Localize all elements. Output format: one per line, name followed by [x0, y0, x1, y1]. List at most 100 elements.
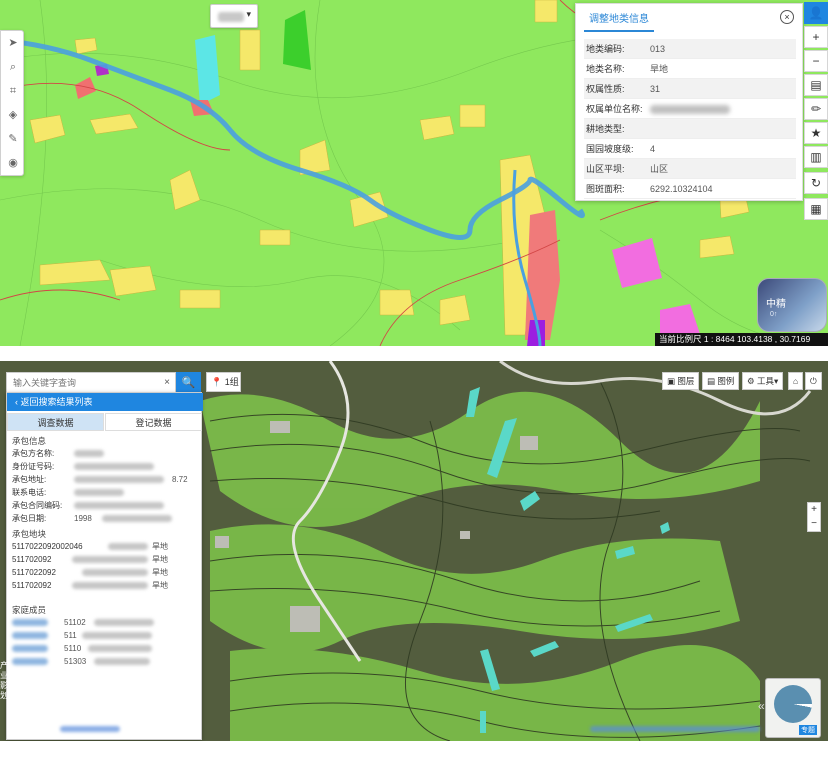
field-row: 承包方名称: [12, 447, 198, 460]
locate-icon[interactable]: ➤ [5, 35, 21, 51]
grid-icon[interactable]: ▦ [804, 198, 828, 220]
parcel-row[interactable]: 511702092 旱地 [12, 579, 198, 592]
parcel-code: 511702092 [12, 555, 52, 564]
avatar-subtext: 0↑ [770, 311, 778, 318]
field-row: 承包地址: 8.72 [12, 473, 198, 486]
district-select[interactable]: ▾ [210, 4, 258, 28]
field-key: 承包方名称: [12, 449, 55, 458]
parcel-info-title[interactable]: 调整地类信息 [584, 12, 654, 32]
redacted-value [74, 476, 164, 483]
zoom-in-icon[interactable]: + [804, 26, 828, 48]
redacted-value [102, 515, 172, 522]
detail-tabs: 调查数据 登记数据 [7, 413, 203, 431]
zoom-in-icon[interactable]: + [808, 503, 820, 517]
field-key: 承包合同编码: [12, 501, 63, 510]
parcel-type: 旱地 [152, 581, 168, 590]
info-key: 地类编码: [586, 44, 625, 54]
layers-icon[interactable]: ◈ [5, 107, 21, 123]
legend-button[interactable]: ▤ 图例 [702, 372, 740, 390]
field-value: 8.72 [172, 475, 188, 484]
field-key: 承包日期: [12, 514, 47, 523]
parcel-row[interactable]: 511702092 旱地 [12, 553, 198, 566]
toolbox-icon[interactable]: ▤ [804, 74, 828, 96]
search-icon[interactable]: ⌕ [5, 59, 21, 75]
redacted-value [82, 632, 152, 639]
field-row: 承包日期: 1998 [12, 512, 198, 525]
section-land: 承包地块 [12, 529, 47, 539]
star-icon[interactable]: ★ [804, 122, 828, 144]
redacted-name [12, 658, 48, 665]
assistant-avatar[interactable]: 中精 0↑ [757, 278, 827, 332]
user-icon[interactable]: 👤 [804, 2, 828, 24]
parcel-row[interactable]: 5117022092002046 旱地 [12, 540, 198, 553]
chart-icon[interactable]: ▥ [804, 146, 828, 168]
measure-icon[interactable]: ⌗ [5, 83, 21, 99]
thematic-widget[interactable]: 专题 [765, 678, 821, 738]
parcel-row[interactable]: 5117022092 旱地 [12, 566, 198, 579]
info-row: 权属性质: 31 [584, 79, 796, 99]
parcel-type: 旱地 [152, 555, 168, 564]
parcel-info-rows: 地类编码: 013 地类名称: 旱地 权属性质: 31 权属单位名称: 耕地类型: 国… [584, 39, 796, 199]
info-value: 013 [650, 44, 666, 54]
satellite-map[interactable]: × 🔍 📍 1组 ‹ 返回搜索结果列表 调查数据 登记数据 承包信息 承包方名称… [0, 361, 828, 741]
zoom-out-icon[interactable]: − [808, 517, 820, 531]
info-value: 31 [650, 84, 661, 94]
layer-button[interactable]: ▣ 图层 [662, 372, 700, 390]
redacted-name [12, 619, 48, 626]
parcel-code: 5117022092 [12, 568, 56, 577]
section-contract: 承包信息 [12, 436, 47, 446]
section-family: 家庭成员 [12, 605, 47, 615]
refresh-icon[interactable]: ↻ [804, 172, 828, 194]
side-labels: 产 业 影 划 [0, 661, 8, 701]
search-box: × [6, 372, 176, 394]
tab-registration[interactable]: 登记数据 [105, 413, 202, 431]
redacted-value [74, 502, 164, 509]
redacted-value [88, 645, 152, 652]
district-select-value [218, 12, 244, 22]
group-select-value: 1组 [224, 377, 239, 387]
tab-survey[interactable]: 调查数据 [7, 413, 104, 431]
close-icon[interactable]: × [780, 10, 794, 24]
tools-button[interactable]: ⚙ 工具▾ [742, 372, 784, 390]
detail-body: 承包信息 承包方名称: 身份证号码: 承包地址: 8.72 联系电话: 承包合同编… [12, 435, 198, 668]
zoom-control: + − [807, 502, 821, 532]
info-key: 地类名称: [586, 64, 625, 74]
collapse-arrow-icon[interactable]: « [758, 699, 765, 713]
side-label: 业 [0, 671, 8, 680]
redacted-value [94, 658, 150, 665]
info-key: 图斑面积: [586, 184, 625, 194]
parcel-info-panel: 调整地类信息 × 地类编码: 013 地类名称: 旱地 权属性质: 31 权属单位名称… [575, 3, 803, 201]
power-button[interactable]: ⏻ [805, 372, 822, 390]
redacted-value [74, 489, 124, 496]
parcel-type: 旱地 [152, 542, 168, 551]
member-row: 51303 [12, 655, 198, 668]
member-row: 5110 [12, 642, 198, 655]
redacted-value [82, 569, 148, 576]
field-row: 身份证号码: [12, 460, 198, 473]
field-key: 身份证号码: [12, 462, 55, 471]
eye-icon[interactable]: ◉ [5, 155, 21, 171]
field-row: 承包合同编码: [12, 499, 198, 512]
search-button[interactable]: 🔍 [176, 372, 201, 394]
group-select[interactable]: 📍 1组 [206, 372, 241, 392]
member-row: 511 [12, 629, 198, 642]
info-row: 地类名称: 旱地 [584, 59, 796, 79]
clear-icon[interactable]: × [164, 377, 170, 388]
info-row: 图斑面积: 6292.10324104 [584, 179, 796, 199]
field-key: 联系电话: [12, 488, 47, 497]
member-id: 51102 [64, 618, 86, 627]
info-key: 权属性质: [586, 84, 625, 94]
search-input[interactable] [7, 373, 162, 393]
land-use-map[interactable]: ▾ ➤ ⌕ ⌗ ◈ ✎ ◉ 调整地类信息 × 地类编码: 013 地类名称: 旱地 … [0, 0, 828, 346]
info-value: 旱地 [650, 64, 669, 74]
member-id: 5110 [64, 644, 82, 653]
pen-icon[interactable]: ✏ [804, 98, 828, 120]
home-button[interactable]: ⌂ [788, 372, 804, 390]
thematic-label: 专题 [799, 725, 817, 735]
info-key: 国园坡度级: [586, 144, 634, 154]
zoom-out-icon[interactable]: − [804, 50, 828, 72]
location-pin-icon: 📍 [211, 377, 223, 387]
draw-icon[interactable]: ✎ [5, 131, 21, 147]
info-key: 权属单位名称: [586, 104, 643, 114]
back-to-results-link[interactable]: ‹ 返回搜索结果列表 [7, 393, 203, 411]
